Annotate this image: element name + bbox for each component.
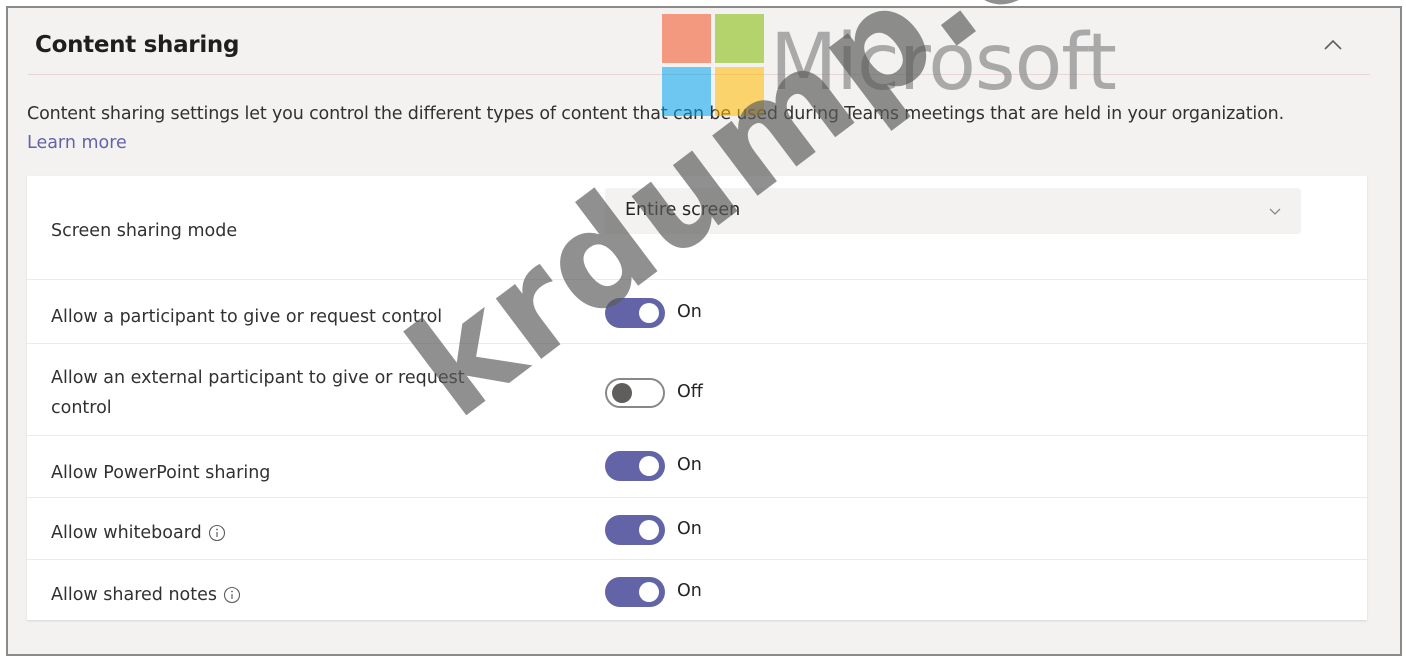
chevron-down-icon — [1269, 208, 1281, 215]
whiteboard-label-text: Allow whiteboard — [51, 523, 202, 543]
toggle-knob — [639, 456, 659, 476]
external-control-toggle[interactable] — [605, 378, 665, 408]
external-control-label-line1: Allow an external participant to give or… — [51, 368, 465, 388]
toggle-knob — [612, 383, 632, 403]
shared-notes-state: On — [677, 581, 702, 601]
shared-notes-toggle[interactable] — [605, 577, 665, 607]
whiteboard-label: Allow whiteboard — [51, 518, 226, 548]
chevron-up-icon — [1324, 39, 1342, 50]
external-control-state: Off — [677, 382, 703, 402]
give-request-control-state: On — [677, 302, 702, 322]
shared-notes-label-text: Allow shared notes — [51, 585, 218, 605]
setting-row-external-give-request-control: Allow an external participant to give or… — [27, 344, 1367, 436]
setting-row-powerpoint-sharing: Allow PowerPoint sharing On — [27, 436, 1367, 498]
toggle-knob — [639, 582, 659, 602]
toggle-knob — [639, 520, 659, 540]
collapse-button[interactable] — [1318, 30, 1348, 60]
shared-notes-label: Allow shared notes — [51, 580, 241, 610]
external-control-label: Allow an external participant to give or… — [51, 363, 465, 423]
info-icon[interactable] — [223, 586, 241, 604]
powerpoint-sharing-toggle[interactable] — [605, 451, 665, 481]
screen-sharing-label: Screen sharing mode — [51, 221, 238, 241]
section-title: Content sharing — [35, 32, 240, 58]
info-icon[interactable] — [208, 524, 226, 542]
powerpoint-sharing-state: On — [677, 455, 702, 475]
setting-row-give-request-control: Allow a participant to give or request c… — [27, 280, 1367, 344]
external-control-label-line2: control — [51, 398, 112, 418]
whiteboard-toggle[interactable] — [605, 515, 665, 545]
setting-row-whiteboard: Allow whiteboard On — [27, 498, 1367, 560]
powerpoint-sharing-label: Allow PowerPoint sharing — [51, 463, 271, 483]
setting-row-shared-notes: Allow shared notes On — [27, 560, 1367, 620]
whiteboard-state: On — [677, 519, 702, 539]
logo-red-square — [662, 14, 711, 63]
learn-more-link[interactable]: Learn more — [27, 133, 127, 153]
